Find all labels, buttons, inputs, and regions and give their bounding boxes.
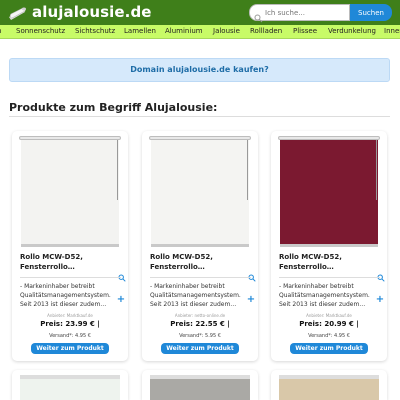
section-divider	[9, 116, 390, 117]
price-2: Preis: 22.55 € |	[170, 320, 230, 328]
product-title-line-2: Fensterrollo…	[150, 263, 205, 271]
product-image-2[interactable]	[149, 136, 251, 247]
curled-blind-logo-icon	[7, 2, 27, 22]
blind-cord	[376, 140, 377, 200]
shipping-1: Versand*: 4.95 €	[49, 333, 91, 339]
nav-item-plissee[interactable]: Plissee	[293, 27, 317, 36]
seller-label-1: Anbieter: Markt​kauf.de	[47, 313, 93, 318]
blind-cord	[117, 140, 118, 200]
partial-product-card-3[interactable]	[271, 370, 387, 400]
product-card-3[interactable]: Rollo MCW-D52, Fensterrollo… - Markeninh…	[271, 131, 387, 361]
product-divider	[150, 277, 251, 278]
product-title-3[interactable]: Rollo MCW-D52, Fensterrollo…	[279, 252, 377, 272]
product-button-3[interactable]: Weiter zum Produkt	[290, 343, 368, 354]
blind-fabric	[21, 140, 119, 245]
plus-icon[interactable]: +	[246, 295, 256, 305]
search-button[interactable]: Suchen	[350, 4, 392, 21]
blind-cord	[247, 140, 248, 200]
nav-item-verdunkelung[interactable]: Verdunkelung	[328, 27, 376, 36]
zoom-icon[interactable]	[377, 267, 385, 282]
product-divider	[279, 277, 380, 278]
product-card-1[interactable]: Rollo MCW-D52, Fensterrollo… - Markeninh…	[12, 131, 128, 361]
nav-item-jalousie[interactable]: Jalousie	[213, 27, 240, 36]
product-button-2[interactable]: Weiter zum Produkt	[161, 343, 239, 354]
search-icon	[254, 8, 263, 23]
blind-bottom-bar	[21, 244, 119, 247]
blind-fabric	[151, 140, 249, 245]
product-title-2[interactable]: Rollo MCW-D52, Fensterrollo…	[150, 252, 248, 272]
plus-icon[interactable]: +	[375, 295, 385, 305]
partial-product-card-2[interactable]	[142, 370, 258, 400]
partial-product-card-1[interactable]	[12, 370, 128, 400]
nav-item-rollladen[interactable]: Rollladen	[250, 27, 282, 36]
nav-item-aluminium[interactable]: Aluminium	[165, 27, 203, 36]
zoom-icon[interactable]	[248, 267, 256, 282]
zoom-icon[interactable]	[118, 267, 126, 282]
product-title-line-2: Fensterrollo…	[20, 263, 75, 271]
product-title-line-1: Rollo MCW-D52,	[279, 253, 342, 261]
product-title-line-1: Rollo MCW-D52,	[20, 253, 83, 261]
domain-purchase-banner[interactable]: Domain alujalousie.de kaufen?	[9, 58, 390, 82]
shipping-2: Versand*: 5.95 €	[179, 333, 221, 339]
product-description-3: - Markeninhaber betreibt Qualitätsmanage…	[279, 283, 370, 308]
site-header: alujalousie.de Suchen	[0, 0, 400, 25]
site-name: alujalousie.de	[32, 3, 152, 21]
product-image-1[interactable]	[19, 136, 121, 247]
nav-item-partial-right[interactable]: Inner	[384, 27, 400, 36]
category-nav: n Sonnenschutz Sichtschutz Lamellen Alum…	[0, 25, 400, 39]
seller-label-2: Anbieter: netto-online.de	[174, 313, 226, 318]
product-button-1[interactable]: Weiter zum Produkt	[31, 343, 109, 354]
price-1: Preis: 23.99 € |	[40, 320, 100, 328]
nav-item-sonnenschutz[interactable]: Sonnenschutz	[16, 27, 65, 36]
search-input[interactable]	[249, 4, 350, 21]
product-image-3[interactable]	[278, 136, 380, 247]
product-description-1: - Markeninhaber betreibt Qualitätsmanage…	[20, 283, 111, 308]
section-title: Produkte zum Begriff Alujalousie:	[9, 101, 218, 114]
blind-bottom-bar	[151, 244, 249, 247]
seller-label-3: Anbieter: Markt​kauf.de	[306, 313, 352, 318]
product-description-2: - Markeninhaber betreibt Qualitätsmanage…	[150, 283, 241, 308]
nav-item-lamellen[interactable]: Lamellen	[124, 27, 156, 36]
shipping-3: Versand*: 4.95 €	[308, 333, 350, 339]
partial-product-image-3[interactable]	[279, 375, 379, 400]
partial-product-image-2[interactable]	[150, 375, 250, 400]
blind-fabric	[280, 140, 378, 245]
price-3: Preis: 20.99 € |	[299, 320, 359, 328]
product-card-2[interactable]: Rollo MCW-D52, Fensterrollo… - Markeninh…	[142, 131, 258, 361]
site-logo[interactable]: alujalousie.de	[7, 2, 152, 22]
nav-item-sichtschutz[interactable]: Sichtschutz	[75, 27, 115, 36]
product-title-line-1: Rollo MCW-D52,	[150, 253, 213, 261]
nav-item-partial-left[interactable]: n	[0, 27, 1, 36]
product-title-line-2: Fensterrollo…	[279, 263, 334, 271]
product-title-1[interactable]: Rollo MCW-D52, Fensterrollo…	[20, 252, 118, 272]
product-divider	[20, 277, 121, 278]
partial-product-image-1[interactable]	[20, 375, 120, 400]
plus-icon[interactable]: +	[116, 295, 126, 305]
blind-bottom-bar	[280, 244, 378, 247]
